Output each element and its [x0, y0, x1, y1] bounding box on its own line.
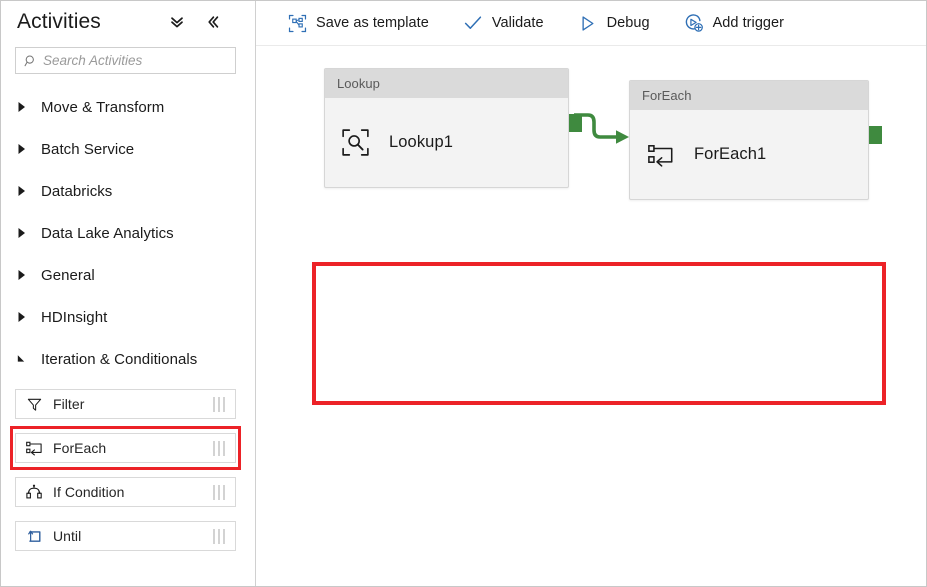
until-loop-icon [25, 527, 43, 545]
toolbar-button-label: Save as template [316, 15, 429, 31]
save-as-template-icon [287, 13, 307, 33]
node-type-label: ForEach [642, 88, 692, 103]
activity-item-until-shell: Until [15, 514, 236, 558]
pipeline-canvas[interactable]: Lookup Lookup1 ForEach ForEach1 [256, 46, 926, 586]
node-body: ForEach1 [630, 110, 868, 199]
search-icon [23, 53, 38, 68]
filter-funnel-icon [25, 395, 43, 413]
drag-handle[interactable] [213, 396, 225, 412]
category-batch-service[interactable]: Batch Service [1, 128, 255, 170]
collapse-panel-icon[interactable] [201, 10, 225, 34]
category-label: Move & Transform [41, 98, 165, 116]
chevron-right-icon [17, 143, 33, 155]
foreach-loop-icon [25, 439, 43, 457]
category-label: HDInsight [41, 308, 108, 326]
activity-item-label: Filter [53, 396, 85, 412]
category-databricks[interactable]: Databricks [1, 170, 255, 212]
activity-item-foreach[interactable]: ForEach [15, 433, 236, 463]
node-name-label: Lookup1 [389, 133, 454, 151]
category-label: General [41, 266, 95, 284]
node-output-port-foreach[interactable] [869, 126, 882, 144]
activity-item-filter[interactable]: Filter [15, 389, 236, 419]
category-hdinsight[interactable]: HDInsight [1, 296, 255, 338]
node-name-label: ForEach1 [694, 145, 767, 163]
activity-item-label: Until [53, 528, 82, 544]
drag-handle[interactable] [213, 440, 225, 456]
if-condition-branch-icon [25, 483, 43, 501]
toolbar-button-label: Add trigger [712, 15, 785, 31]
debug-play-icon [578, 13, 598, 33]
node-header: Lookup [325, 69, 568, 98]
drag-handle[interactable] [213, 528, 225, 544]
toolbar-button-label: Validate [491, 15, 544, 31]
toolbar-button-label: Debug [606, 15, 650, 31]
search-box[interactable] [15, 47, 236, 74]
foreach-loop-icon [645, 140, 675, 170]
activity-item-if-condition[interactable]: If Condition [15, 477, 236, 507]
activities-sidebar: Activities Search Activities Move & Tran… [1, 1, 256, 586]
pipeline-node-foreach[interactable]: ForEach ForEach1 [629, 80, 869, 200]
activity-item-foreach-shell: ForEach [10, 426, 241, 470]
node-header: ForEach [630, 81, 868, 110]
activity-item-label: If Condition [53, 484, 125, 500]
search-input[interactable] [43, 53, 228, 68]
category-move-and-transform[interactable]: Move & Transform [1, 86, 255, 128]
activity-item-filter-shell: Filter [15, 382, 236, 426]
category-label: Batch Service [41, 140, 135, 158]
category-label: Iteration & Conditionals [41, 350, 198, 368]
category-iteration-and-conditionals[interactable]: Iteration & Conditionals [1, 338, 255, 380]
node-body: Lookup1 [325, 98, 568, 187]
validate-button[interactable]: Validate [463, 6, 544, 40]
category-data-lake-analytics[interactable]: Data Lake Analytics [1, 212, 255, 254]
category-list: Move & Transform Batch Service Databrick… [1, 86, 255, 380]
chevron-right-icon [17, 101, 33, 113]
panel-title: Activities [17, 10, 101, 33]
pipeline-connector-lookup-to-foreach [574, 113, 629, 144]
chevron-right-icon [17, 227, 33, 239]
pipeline-node-lookup[interactable]: Lookup Lookup1 [324, 68, 569, 188]
lookup-magnifier-icon [340, 128, 370, 158]
debug-button[interactable]: Debug [578, 6, 650, 40]
category-label: Databricks [41, 182, 113, 200]
canvas-highlight-box [312, 262, 886, 405]
sidebar-header: Activities [1, 1, 255, 39]
chevron-down-icon [17, 353, 33, 365]
activity-item-if-condition-shell: If Condition [15, 470, 236, 514]
pipeline-main-area: Save as template Validate Debug Add trig… [256, 1, 926, 586]
category-general[interactable]: General [1, 254, 255, 296]
add-trigger-button[interactable]: Add trigger [684, 6, 784, 40]
category-label: Data Lake Analytics [41, 224, 174, 242]
chevron-right-icon [17, 269, 33, 281]
expand-collapse-all-icon[interactable] [165, 10, 189, 34]
activity-item-until[interactable]: Until [15, 521, 236, 551]
save-as-template-button[interactable]: Save as template [287, 6, 429, 40]
pipeline-editor-window: Activities Search Activities Move & Tran… [0, 0, 927, 587]
chevron-right-icon [17, 185, 33, 197]
node-type-label: Lookup [337, 76, 380, 91]
drag-handle[interactable] [213, 484, 225, 500]
pipeline-toolbar: Save as template Validate Debug Add trig… [256, 1, 926, 46]
activity-item-list: Filter ForEach If Condition Until [1, 382, 255, 558]
validate-check-icon [463, 13, 483, 33]
activity-item-label: ForEach [53, 440, 107, 456]
chevron-right-icon [17, 311, 33, 323]
add-trigger-icon [684, 13, 704, 33]
